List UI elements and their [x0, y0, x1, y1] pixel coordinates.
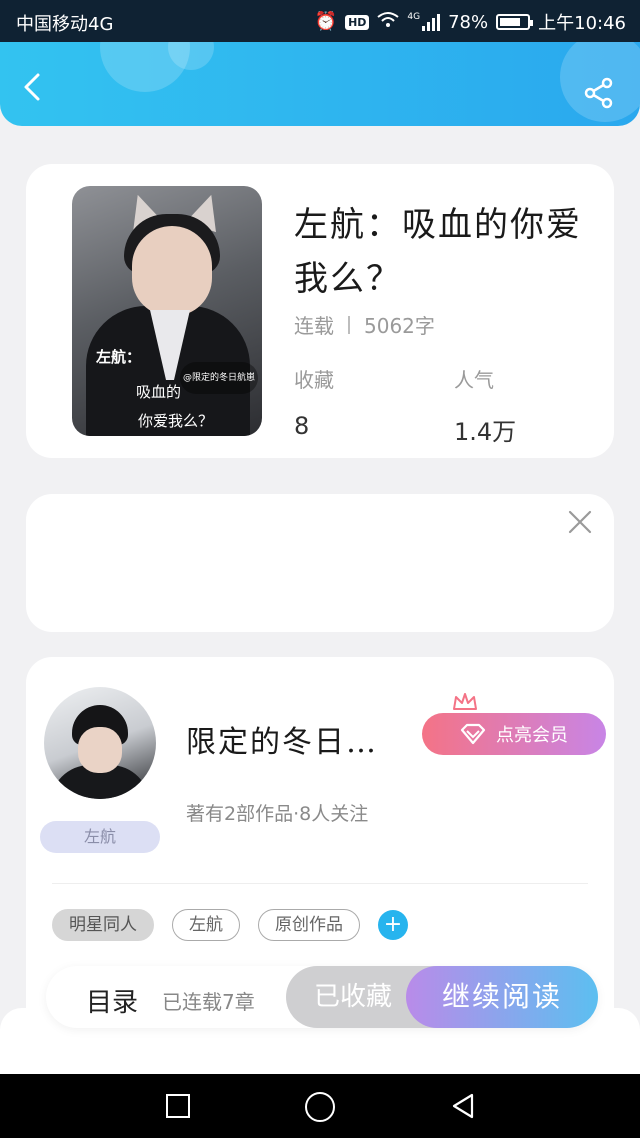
divider [348, 315, 350, 334]
hd-icon: HD [345, 14, 370, 30]
system-nav-bar [0, 1074, 640, 1138]
status-bar: 中国移动4G ⏰ HD 4G 78% 上午10:46 [0, 0, 640, 42]
avatar[interactable] [44, 687, 156, 799]
book-info-card: 左航： @限定的冬日航崽 吸血的 你爱我么？ 左航：吸血的你爱我么？ 连载 50… [26, 164, 614, 458]
add-tag-button[interactable]: + [378, 910, 408, 940]
tag-list: 明星同人 左航 原创作品 + [52, 909, 408, 941]
author-name-badge: 左航 [40, 821, 160, 853]
clock: 上午10:46 [538, 13, 626, 34]
square-icon[interactable] [166, 1094, 190, 1118]
vip-button-label: 点亮会员 [496, 725, 568, 746]
status-icons: ⏰ HD 4G 78% 上午10:46 [315, 9, 626, 35]
vip-button[interactable]: 点亮会员 [422, 713, 606, 755]
author-stats: 著有2部作品·8人关注 [186, 803, 369, 825]
cover-art [132, 226, 212, 316]
ad-placeholder-card [26, 494, 614, 632]
back-button[interactable] [18, 72, 48, 102]
cover-text: 你爱我么？ [138, 412, 214, 430]
tag-chip[interactable]: 左航 [172, 909, 240, 941]
wifi-icon [377, 11, 400, 34]
battery-icon [496, 14, 534, 30]
tag-chip[interactable]: 明星同人 [52, 909, 154, 941]
word-count: 5062字 [364, 314, 435, 338]
diamond-icon [460, 723, 486, 745]
circle-icon[interactable] [305, 1092, 335, 1122]
popularity-value: 1.4万 [454, 418, 517, 446]
battery-percent: 78% [448, 11, 489, 33]
popularity-label: 人气 [454, 368, 494, 392]
chapter-count: 已连载7章 [162, 990, 255, 1014]
book-cover[interactable]: 左航： @限定的冬日航崽 吸血的 你爱我么？ [72, 186, 262, 436]
favorites-label: 收藏 [294, 368, 334, 392]
book-status: 连载 [294, 314, 334, 338]
share-icon [584, 77, 613, 109]
chevron-left-icon [24, 73, 40, 101]
share-button[interactable] [582, 76, 616, 110]
toc-button[interactable]: 目录 [86, 982, 138, 1019]
cover-text: 吸血的 [136, 383, 182, 401]
action-bar: 目录 已连载7章 已收藏 继续阅读 [46, 966, 598, 1028]
book-meta: 连载 5062字 [294, 310, 435, 339]
cover-text: 左航： [96, 348, 142, 366]
close-icon [568, 510, 592, 534]
cover-watermark: @限定的冬日航崽 [180, 362, 259, 394]
avatar-art [78, 727, 122, 773]
favorites-value: 8 [294, 412, 310, 440]
header-bar [0, 42, 640, 126]
author-name[interactable]: 限定的冬日… [186, 717, 378, 761]
plus-icon: + [383, 912, 403, 937]
crown-icon [453, 693, 477, 710]
book-title: 左航：吸血的你爱我么？ [294, 205, 582, 299]
carrier-label: 中国移动4G [16, 14, 114, 35]
divider [52, 883, 588, 884]
triangle-back-icon[interactable] [450, 1092, 476, 1120]
continue-reading-button[interactable]: 继续阅读 [406, 966, 598, 1028]
ad-close-button[interactable] [566, 508, 594, 536]
tag-chip[interactable]: 原创作品 [258, 909, 360, 941]
network-label: 4G [407, 12, 421, 22]
signal-icon: 4G [407, 12, 441, 31]
alarm-icon: ⏰ [314, 11, 338, 32]
